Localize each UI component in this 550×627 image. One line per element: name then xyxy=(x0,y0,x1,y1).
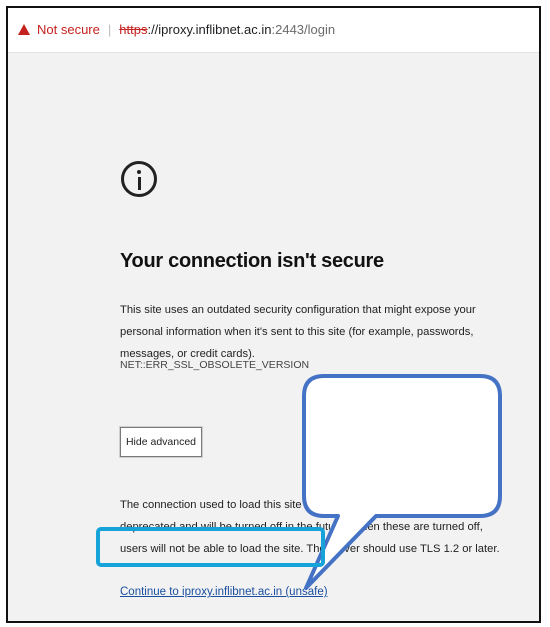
callout-shape xyxy=(302,374,502,590)
screenshot-frame: Not secure | https://iproxy.inflibnet.ac… xyxy=(6,6,541,623)
continue-link-highlight xyxy=(96,527,325,567)
